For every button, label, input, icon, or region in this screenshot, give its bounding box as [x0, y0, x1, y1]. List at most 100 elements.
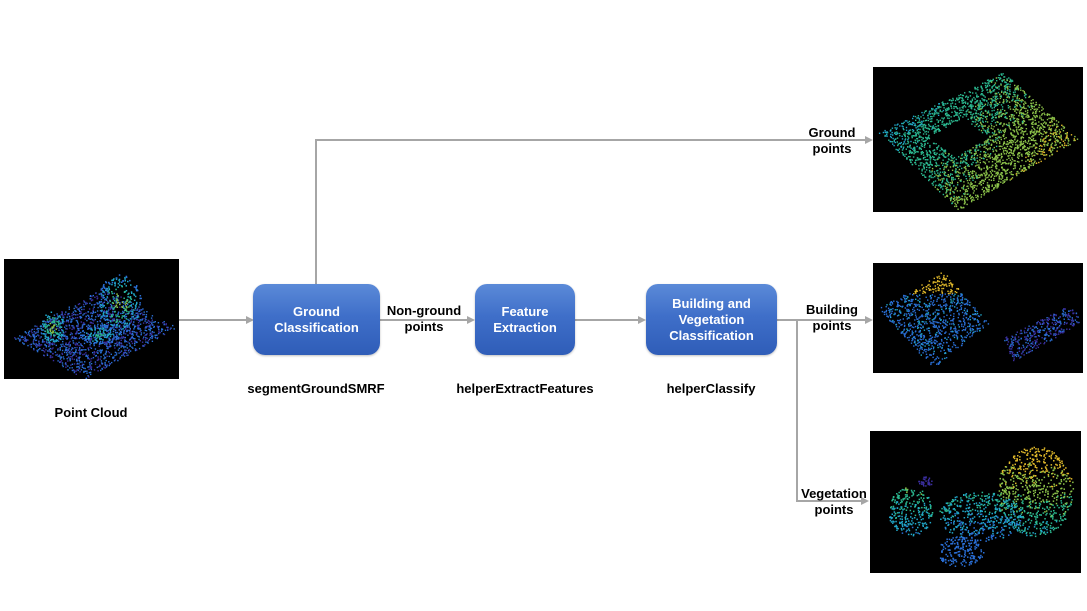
point-mark: [95, 354, 97, 357]
point-mark: [967, 325, 969, 328]
point-mark: [919, 289, 921, 292]
point-mark: [1034, 154, 1036, 157]
point-mark: [929, 332, 931, 334]
point-mark: [40, 344, 43, 346]
point-mark: [48, 324, 50, 327]
point-mark: [1030, 160, 1032, 162]
point-mark: [895, 325, 898, 328]
point-mark: [160, 330, 163, 332]
point-mark: [17, 337, 19, 340]
point-mark: [132, 330, 134, 333]
point-mark: [124, 346, 127, 348]
point-mark: [949, 279, 951, 282]
point-mark: [965, 167, 967, 170]
point-mark: [991, 107, 993, 109]
point-mark: [138, 347, 141, 350]
point-mark: [96, 325, 99, 327]
point-mark: [914, 151, 916, 153]
point-mark: [1006, 91, 1008, 94]
point-mark: [121, 285, 123, 288]
point-mark: [973, 96, 975, 99]
point-mark: [922, 165, 925, 167]
point-mark: [103, 284, 105, 286]
point-mark: [953, 313, 955, 315]
point-mark: [972, 185, 974, 187]
point-mark: [968, 175, 971, 177]
point-mark: [75, 370, 77, 372]
point-mark: [903, 333, 905, 335]
point-mark: [131, 309, 133, 311]
point-mark: [952, 322, 955, 324]
point-mark: [928, 111, 931, 113]
point-mark: [86, 370, 88, 372]
point-mark: [124, 317, 126, 319]
point-mark: [981, 103, 984, 105]
point-mark: [71, 337, 73, 339]
point-mark: [951, 169, 954, 171]
point-mark: [951, 159, 953, 162]
point-mark: [955, 113, 957, 115]
point-mark: [927, 131, 929, 133]
point-mark: [87, 366, 89, 368]
point-mark: [33, 339, 35, 341]
point-mark: [1070, 134, 1073, 136]
point-mark: [969, 174, 971, 176]
point-mark: [1042, 128, 1044, 131]
point-mark: [27, 334, 29, 336]
point-mark: [991, 132, 994, 134]
point-mark: [1032, 158, 1035, 161]
point-mark: [52, 317, 54, 319]
point-mark: [940, 106, 942, 108]
point-mark: [970, 181, 972, 184]
point-mark: [65, 337, 67, 339]
point-mark: [1031, 126, 1034, 128]
point-mark: [896, 132, 898, 135]
point-mark: [1073, 139, 1075, 142]
point-mark: [985, 120, 987, 123]
point-mark: [956, 112, 958, 114]
point-mark: [993, 132, 995, 135]
point-mark: [1051, 116, 1054, 119]
point-mark: [988, 82, 990, 84]
point-mark: [93, 344, 95, 347]
point-mark: [946, 117, 949, 119]
point-mark: [1035, 132, 1037, 135]
building-vegetation-classification-box[interactable]: Building and Vegetation Classification: [646, 284, 777, 355]
point-mark: [933, 171, 936, 173]
point-mark: [931, 126, 934, 128]
point-mark: [1041, 114, 1043, 116]
point-mark: [129, 345, 131, 347]
point-mark: [946, 285, 948, 287]
point-mark: [999, 161, 1002, 163]
ground-classification-box[interactable]: Ground Classification: [253, 284, 380, 355]
point-mark: [953, 120, 955, 122]
point-mark: [969, 183, 971, 185]
point-mark: [1014, 123, 1016, 126]
point-mark: [162, 322, 164, 324]
point-mark: [940, 350, 942, 352]
point-mark: [1014, 147, 1016, 149]
point-mark: [957, 170, 959, 173]
point-mark: [1009, 127, 1011, 130]
point-mark: [125, 330, 128, 333]
point-mark: [944, 149, 947, 151]
point-mark: [83, 313, 85, 315]
point-mark: [82, 353, 84, 356]
point-mark: [1019, 148, 1022, 151]
point-mark: [106, 310, 108, 312]
point-mark: [145, 330, 148, 332]
point-mark: [895, 148, 897, 151]
point-mark: [92, 308, 95, 310]
point-mark: [1055, 120, 1058, 122]
point-mark: [1028, 139, 1030, 141]
point-mark: [898, 132, 901, 135]
point-mark: [978, 164, 980, 166]
point-mark: [72, 340, 74, 342]
point-mark: [89, 318, 91, 320]
point-mark: [918, 148, 921, 150]
point-mark: [53, 341, 56, 343]
point-mark: [115, 338, 117, 341]
point-mark: [56, 353, 59, 356]
feature-extraction-box[interactable]: Feature Extraction: [475, 284, 575, 355]
point-mark: [94, 348, 97, 350]
